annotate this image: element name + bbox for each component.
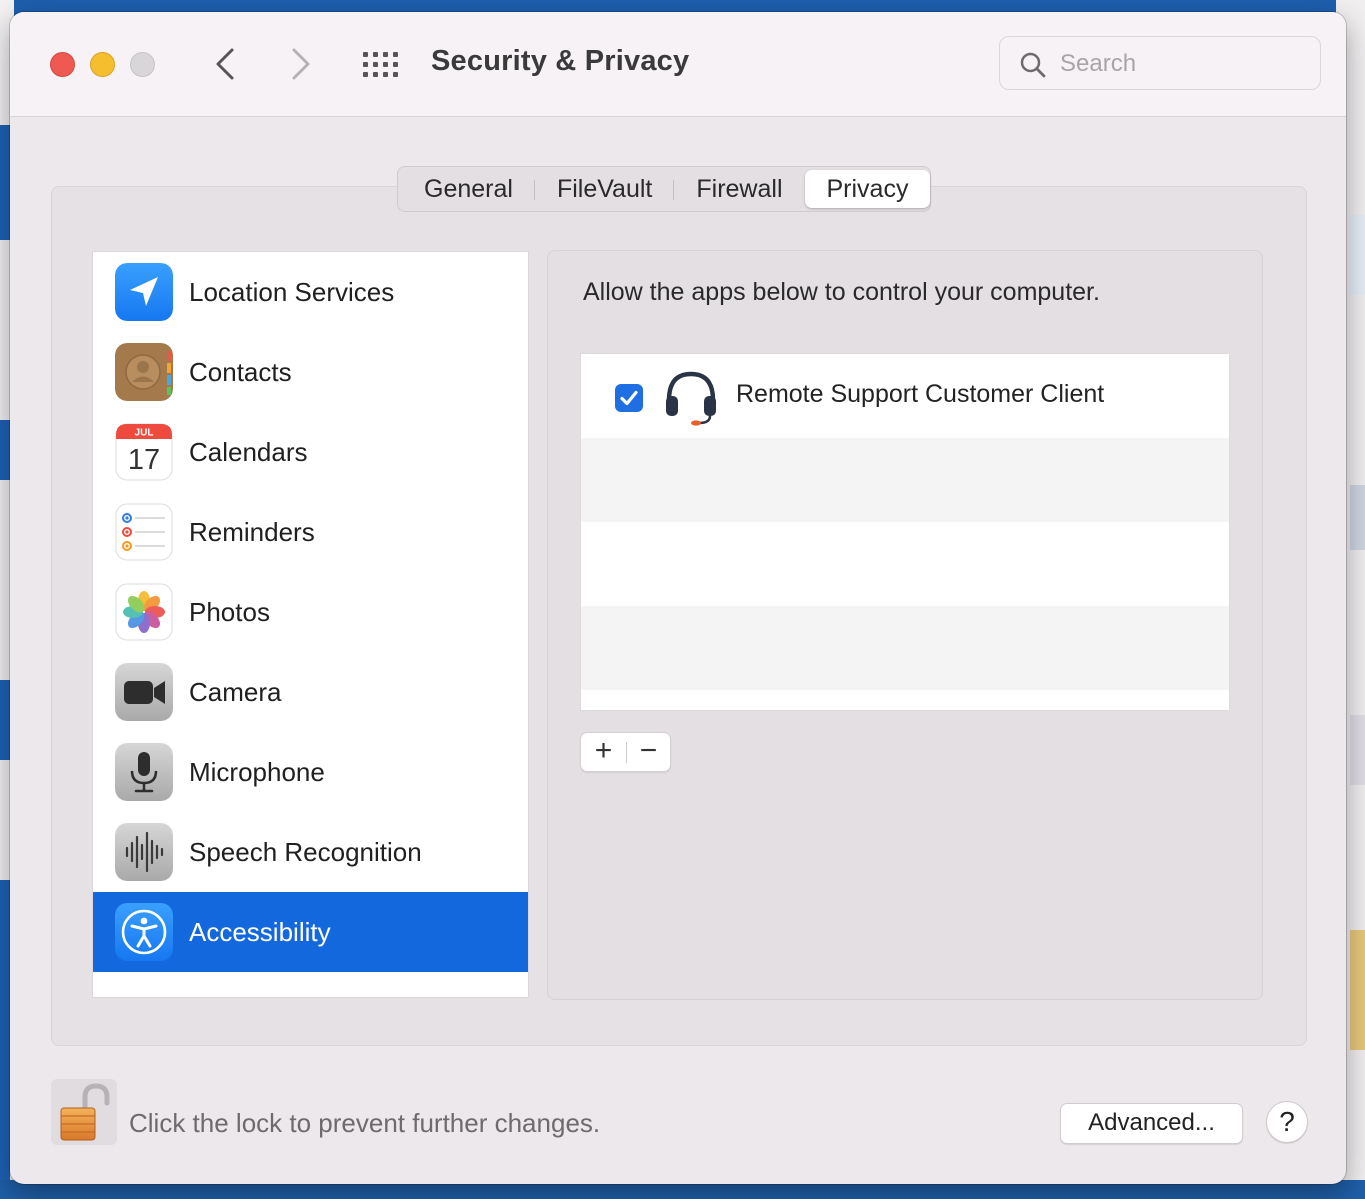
sidebar-item-accessibility[interactable]: Accessibility bbox=[93, 892, 528, 972]
search-input[interactable] bbox=[1058, 47, 1312, 81]
calendar-icon: JUL 17 bbox=[115, 423, 173, 481]
sidebar-item-label: Location Services bbox=[189, 277, 395, 307]
forward-button[interactable] bbox=[286, 46, 316, 82]
app-name: Remote Support Customer Client bbox=[736, 380, 1105, 408]
app-enabled-checkbox[interactable] bbox=[615, 384, 643, 412]
empty-row bbox=[581, 606, 1229, 690]
waveform-icon bbox=[115, 823, 173, 881]
sidebar-item-contacts[interactable]: Contacts bbox=[93, 332, 528, 412]
sidebar-item-label: Contacts bbox=[189, 357, 292, 387]
camera-icon bbox=[115, 663, 173, 721]
checkmark-icon bbox=[620, 390, 638, 406]
sidebar-item-speech-recognition[interactable]: Speech Recognition bbox=[93, 812, 528, 892]
zoom-button[interactable] bbox=[130, 52, 155, 77]
minimize-button[interactable] bbox=[90, 52, 115, 77]
microphone-icon bbox=[115, 743, 173, 801]
calendar-month: JUL bbox=[135, 428, 154, 439]
accessibility-icon bbox=[115, 903, 173, 961]
add-remove-control: + − bbox=[580, 732, 671, 772]
background-stripe bbox=[0, 125, 10, 240]
sidebar-item-label: Photos bbox=[189, 597, 270, 627]
lock-hint-text: Click the lock to prevent further change… bbox=[129, 1108, 601, 1138]
search-field[interactable] bbox=[999, 36, 1321, 90]
tab-general[interactable]: General bbox=[402, 170, 535, 208]
sidebar-item-label: Speech Recognition bbox=[189, 837, 422, 867]
background-block bbox=[1350, 930, 1365, 1050]
sidebar-item-photos[interactable]: Photos bbox=[93, 572, 528, 652]
chevron-right-icon bbox=[292, 48, 310, 80]
sidebar-item-reminders[interactable]: Reminders bbox=[93, 492, 528, 572]
background-block bbox=[1350, 215, 1365, 295]
chevron-left-icon bbox=[216, 48, 234, 80]
window-title: Security & Privacy bbox=[431, 45, 690, 77]
app-row[interactable]: Remote Support Customer Client bbox=[581, 354, 1229, 438]
privacy-category-list: Location Services Contacts JUL 17 Calend… bbox=[92, 251, 529, 998]
sidebar-item-camera[interactable]: Camera bbox=[93, 652, 528, 732]
tab-bar: General FileVault Firewall Privacy bbox=[397, 166, 932, 212]
remove-app-button[interactable]: − bbox=[626, 733, 671, 771]
empty-row bbox=[581, 522, 1229, 606]
sidebar-item-microphone[interactable]: Microphone bbox=[93, 732, 528, 812]
advanced-button[interactable]: Advanced... bbox=[1060, 1103, 1243, 1144]
location-arrow-icon bbox=[115, 263, 173, 321]
security-privacy-window: Security & Privacy General FileVault Fir… bbox=[10, 12, 1346, 1184]
headset-icon bbox=[661, 366, 721, 426]
grid-icon bbox=[363, 52, 398, 77]
search-icon bbox=[1020, 52, 1046, 78]
sidebar-item-label: Camera bbox=[189, 677, 282, 707]
tab-privacy[interactable]: Privacy bbox=[804, 170, 931, 208]
empty-row bbox=[581, 438, 1229, 522]
sidebar-item-label: Accessibility bbox=[189, 917, 331, 947]
background-stripe bbox=[0, 420, 10, 480]
sidebar-item-location-services[interactable]: Location Services bbox=[93, 252, 528, 332]
app-list: Remote Support Customer Client bbox=[580, 353, 1230, 711]
sidebar-item-label: Reminders bbox=[189, 517, 315, 547]
back-button[interactable] bbox=[210, 46, 240, 82]
calendar-day: 17 bbox=[128, 444, 160, 476]
tab-filevault[interactable]: FileVault bbox=[535, 170, 675, 208]
reminders-icon bbox=[115, 503, 173, 561]
background-stripe bbox=[0, 680, 10, 760]
help-button[interactable]: ? bbox=[1266, 1101, 1308, 1143]
lock-button[interactable] bbox=[51, 1079, 117, 1145]
pane-description: Allow the apps below to control your com… bbox=[583, 278, 1100, 306]
add-app-button[interactable]: + bbox=[581, 733, 626, 771]
show-all-button[interactable] bbox=[363, 52, 403, 78]
unlocked-padlock-icon bbox=[60, 1083, 110, 1141]
background-block bbox=[1350, 485, 1365, 550]
titlebar: Security & Privacy bbox=[10, 12, 1346, 117]
tab-firewall[interactable]: Firewall bbox=[674, 170, 804, 208]
sidebar-item-label: Microphone bbox=[189, 757, 325, 787]
background-block bbox=[1350, 715, 1365, 785]
photos-icon bbox=[115, 583, 173, 641]
close-button[interactable] bbox=[50, 52, 75, 77]
sidebar-item-calendars[interactable]: JUL 17 Calendars bbox=[93, 412, 528, 492]
contacts-icon bbox=[115, 343, 173, 401]
sidebar-item-label: Calendars bbox=[189, 437, 308, 467]
background-stripe bbox=[0, 880, 10, 1180]
